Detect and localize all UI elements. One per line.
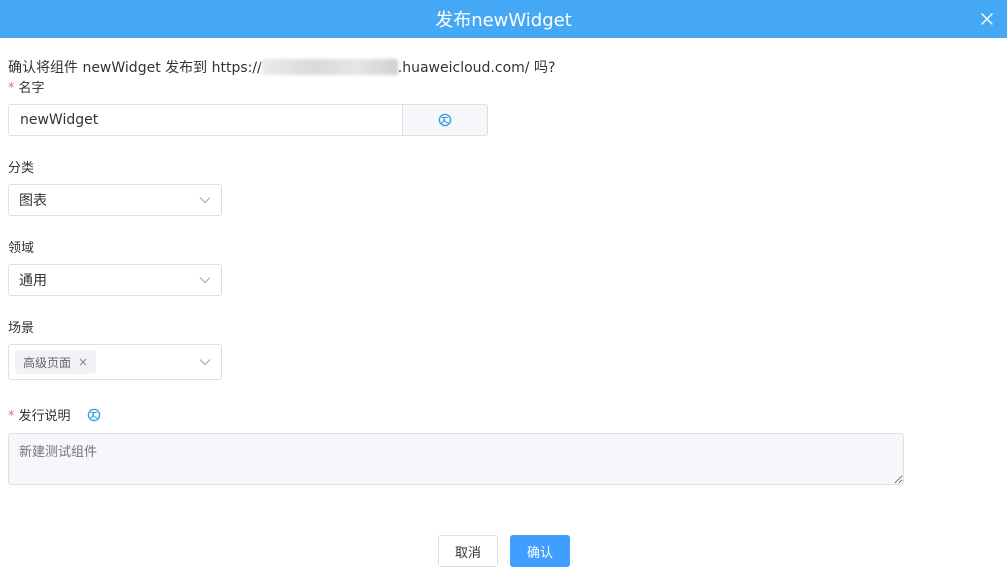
domain-select[interactable]: 通用 (8, 264, 222, 296)
chevron-down-icon (199, 277, 211, 284)
name-input[interactable] (9, 105, 402, 135)
release-notes-translate-button[interactable] (87, 408, 101, 422)
name-translate-button[interactable] (402, 105, 487, 135)
dialog-header: 发布newWidget (0, 0, 1007, 38)
release-notes-label: * 发行说明 (8, 405, 101, 424)
required-mark: * (8, 81, 15, 96)
chevron-down-icon (199, 197, 211, 204)
chevron-down-icon (199, 359, 211, 366)
domain-selected: 通用 (19, 273, 47, 289)
confirm-message: 确认将组件 newWidget 发布到 https:// .huaweicloud… (8, 57, 555, 77)
confirm-suffix: .huaweicloud.com/ 吗? (397, 60, 556, 76)
release-notes-textarea[interactable] (8, 433, 904, 485)
dialog-title: 发布newWidget (435, 10, 572, 31)
translate-icon (87, 408, 100, 422)
scene-select[interactable]: 高级页面 × (8, 344, 222, 380)
category-select[interactable]: 图表 (8, 184, 222, 216)
tag-remove-button[interactable]: × (78, 355, 88, 369)
name-label-text: 名字 (18, 81, 45, 96)
name-label: * 名字 (8, 77, 45, 96)
cancel-button[interactable]: 取消 (438, 535, 498, 567)
close-icon (981, 13, 993, 25)
name-input-group (8, 104, 488, 136)
release-notes-label-text: 发行说明 (18, 409, 71, 424)
category-selected: 图表 (19, 193, 47, 209)
confirm-button[interactable]: 确认 (510, 535, 570, 567)
category-label: 分类 (8, 161, 35, 176)
translate-icon (438, 113, 452, 127)
close-button[interactable] (975, 7, 999, 31)
confirm-prefix: 确认将组件 newWidget 发布到 https:// (8, 60, 262, 76)
redacted-host (261, 59, 398, 75)
publish-dialog: 发布newWidget 确认将组件 newWidget 发布到 https://… (0, 0, 1007, 575)
scene-label: 场景 (8, 321, 35, 336)
scene-tag-label: 高级页面 (23, 355, 72, 370)
required-mark: * (8, 409, 15, 424)
scene-tag: 高级页面 × (15, 350, 97, 374)
domain-label: 领域 (8, 241, 35, 256)
